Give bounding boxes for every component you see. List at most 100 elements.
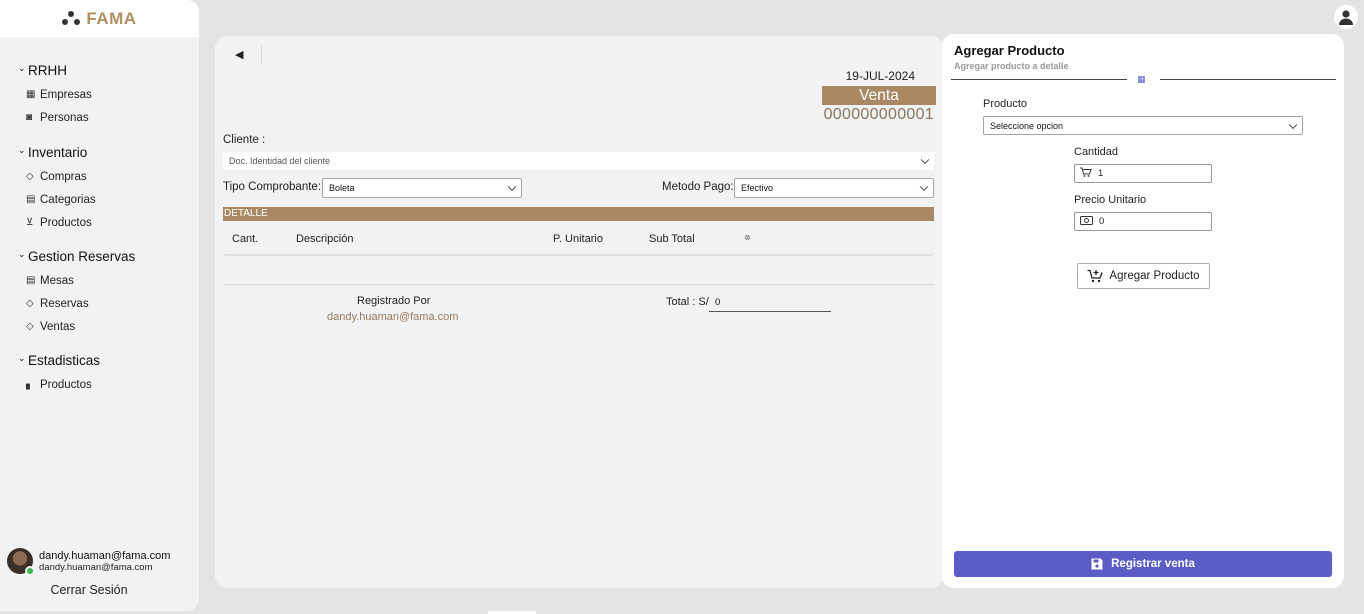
cliente-placeholder: Doc. Identidad del cliente [229,156,331,166]
sidebar-item-label: Personas [40,111,89,124]
sidebar-item-compras[interactable]: ◇ Compras [26,165,199,188]
nav-group-rrhh: ⌄ RRHH ▦ Empresas ◙ Personas [18,60,199,129]
producto-select[interactable]: Seleccione opcion [983,116,1303,135]
chevron-down-icon: ⌄ [18,144,26,155]
tag-icon: ◇ [26,298,34,309]
logo-icon [62,10,81,27]
nav-group-inventario: ⌄ Inventario ◇ Compras ▤ Categorias ⊻ Produc… [18,142,199,234]
tag-icon: ◇ [26,321,34,332]
user-info: dandy.huaman@fama.com dandy.huaman@fama.… [39,550,170,573]
user-email-secondary: dandy.huaman@fama.com [39,561,153,573]
cantidad-label: Cantidad [1074,146,1119,158]
sidebar-item-label: Productos [40,378,92,391]
column-header-p-unitario: P. Unitario [553,233,603,245]
sidebar-item-label: Productos [40,216,92,229]
precio-unitario-value: 0 [1099,216,1105,227]
sidebar: FAMA ⌄ RRHH ▦ Empresas ◙ Personas ⌄ Inventar… [0,0,199,611]
tipo-comprobante-value: Boleta [329,183,355,193]
avatar [7,548,35,576]
column-header-cant: Cant. [232,233,259,245]
metodo-pago-value: Efectivo [741,183,774,193]
detail-table: Cant. Descripción P. Unitario Sub Total … [223,221,934,256]
user-profile[interactable]: dandy.huaman@fama.com dandy.huaman@fama.… [7,548,170,576]
producto-label: Producto [983,98,1028,110]
save-icon [1091,558,1103,570]
registrado-label: Registrado Por [357,295,431,307]
register-sale-label: Registrar venta [1111,558,1195,570]
sidebar-item-mesas[interactable]: ▤ Mesas [26,269,199,292]
logout-button[interactable]: Cerrar Sesión [0,583,178,597]
sale-date: 19-JUL-2024 [845,69,915,83]
precio-unitario-input[interactable]: 0 [1074,212,1212,231]
column-header-descripcion: Descripción [296,233,354,245]
nav-group-estadisticas: ⌄ Estadisticas ▖ Productos [18,350,199,396]
sidebar-item-label: Categorias [40,193,96,206]
chevron-down-icon [1288,120,1298,129]
money-icon [1080,215,1093,228]
brand-name: FAMA [86,8,137,28]
total-field[interactable]: 0 [709,295,831,312]
user-email: dandy.huaman@fama.com [39,549,171,562]
chevron-down-icon [507,182,517,192]
panel-subtitle: Agregar producto a detalle [954,61,1069,71]
cart-icon: ⊻ [26,217,34,228]
document-number: 000000000001 [823,106,934,123]
nav-group-title[interactable]: ⌄ Inventario [18,142,199,162]
add-product-panel: Agregar Producto Agregar producto a deta… [942,34,1344,588]
sidebar-item-label: Ventas [40,320,76,333]
tipo-comprobante-label: Tipo Comprobante: [223,181,322,193]
person-card-icon: ◙ [26,112,33,123]
sale-form-panel: ◀ 19-JUL-2024 Venta 000000000001 Cliente… [215,36,943,588]
sidebar-item-reservas[interactable]: ◇ Reservas [26,292,199,315]
chevron-down-icon: ⌄ [18,62,26,73]
boxes-icon: ▤ [26,194,36,205]
delete-column-icon: ⊗ [744,233,751,242]
sidebar-item-label: Mesas [40,274,74,287]
add-product-button[interactable]: Agregar Producto [1077,263,1210,289]
sidebar-item-ventas[interactable]: ◇ Ventas [26,315,199,338]
sidebar-item-personas[interactable]: ◙ Personas [26,106,199,129]
sidebar-item-empresas[interactable]: ▦ Empresas [26,83,199,106]
detalle-header: DETALLE [223,207,934,221]
add-to-cart-icon [1087,269,1104,283]
tipo-comprobante-select[interactable]: Boleta [322,178,522,198]
account-menu-button[interactable] [1334,5,1358,29]
sidebar-nav: ⌄ RRHH ▦ Empresas ◙ Personas ⌄ Inventario ◇ C… [0,60,199,396]
register-sale-button[interactable]: Registrar venta [954,551,1332,577]
cart-icon [1080,167,1092,180]
cantidad-input[interactable]: 1 [1074,164,1212,183]
cliente-select[interactable]: Doc. Identidad del cliente [223,152,934,170]
building-icon: ▦ [26,89,36,100]
group-title-label: Gestion Reservas [28,248,136,264]
column-header-sub-total: Sub Total [649,233,695,245]
producto-placeholder: Seleccione opcion [990,120,1064,131]
user-icon [1339,10,1353,25]
divider [223,284,934,285]
sidebar-item-categorias[interactable]: ▤ Categorias [26,188,199,211]
document-type-badge: Venta [822,86,936,105]
sidebar-item-estadisticas-productos[interactable]: ▖ Productos [26,373,199,396]
metodo-pago-label: Metodo Pago: [662,181,734,193]
divider [1160,79,1336,80]
brand-header[interactable]: FAMA [0,0,199,37]
back-arrow-icon: ◀ [235,49,244,61]
total-label: Total : S/ [666,296,709,308]
registrado-email: dandy.huaman@fama.com [327,311,459,323]
metodo-pago-select[interactable]: Efectivo [734,178,934,198]
nav-group-title[interactable]: ⌄ Estadisticas [18,350,199,370]
boxes-icon: ▤ [26,275,36,286]
chevron-down-icon [919,182,929,192]
precio-unitario-label: Precio Unitario [1074,194,1147,206]
back-button[interactable]: ◀ [235,48,243,61]
group-title-label: Estadisticas [28,352,101,368]
online-status-icon [25,566,35,576]
tag-icon: ◇ [26,171,34,182]
nav-group-title[interactable]: ⌄ Gestion Reservas [18,246,199,266]
sidebar-item-productos[interactable]: ⊻ Productos [26,211,199,234]
cantidad-value: 1 [1098,168,1104,179]
nav-group-title[interactable]: ⌄ RRHH [18,60,199,80]
divider [261,46,262,64]
sidebar-item-label: Empresas [40,88,92,101]
chevron-down-icon: ⌄ [18,352,26,363]
bar-chart-icon: ▖ [26,379,34,390]
